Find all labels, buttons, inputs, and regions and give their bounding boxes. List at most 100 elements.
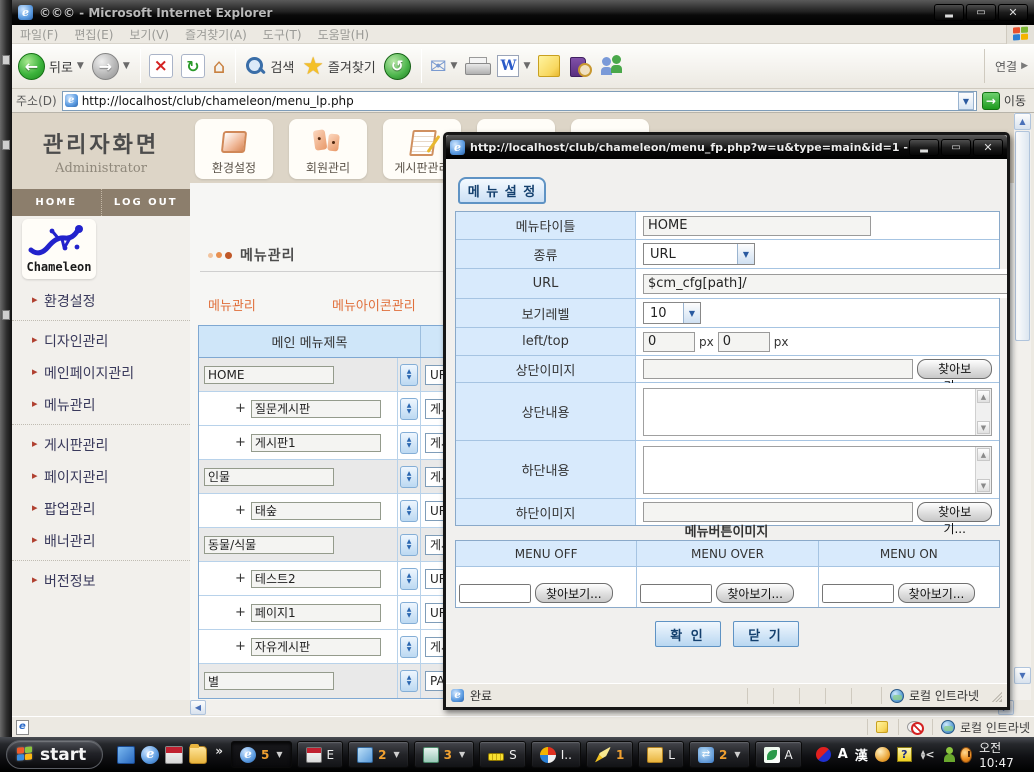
tray-clock-icon[interactable] — [960, 747, 972, 763]
종류-select[interactable]: URL▼ — [643, 243, 755, 265]
quick-launch-overflow-icon[interactable]: » — [215, 744, 223, 758]
order-spinner-button[interactable]: ▲▼ — [400, 670, 418, 692]
menu-title-input[interactable] — [251, 502, 381, 520]
하단이미지-file-input[interactable] — [643, 502, 913, 522]
sidebar-item-6[interactable]: 팝업관리 — [12, 493, 190, 525]
상단내용-textarea[interactable]: ▲▼ — [643, 388, 992, 436]
menubar-item-5[interactable]: 도움말(H) — [318, 26, 370, 43]
menu-title-input[interactable] — [251, 434, 381, 452]
search-button[interactable]: 검색 — [244, 55, 294, 77]
menu-title-input[interactable] — [204, 536, 334, 554]
close-button[interactable]: ✕ — [998, 4, 1028, 21]
browse-button[interactable]: 찾아보기... — [917, 502, 992, 522]
back-button[interactable]: ← 뒤로 ▼ — [18, 53, 84, 80]
scroll-up-icon[interactable]: ▲ — [977, 448, 990, 461]
research-button[interactable] — [568, 55, 592, 77]
back-dropdown-icon[interactable]: ▼ — [77, 61, 84, 71]
ime-mode-label[interactable]: A — [838, 747, 848, 762]
stop-button[interactable]: × — [149, 54, 173, 78]
nav-home-link[interactable]: HOME — [12, 189, 101, 216]
menu-title-input[interactable] — [251, 400, 381, 418]
browse-button[interactable]: 찾아보기... — [917, 359, 992, 379]
menu-manage-link[interactable]: 메뉴관리 — [208, 295, 256, 314]
order-spinner-button[interactable]: ▲▼ — [400, 500, 418, 522]
history-button[interactable]: ↺ — [384, 53, 411, 80]
forward-dropdown-icon[interactable]: ▼ — [123, 61, 130, 71]
menubar-item-1[interactable]: 편집(E) — [74, 26, 113, 43]
sidebar-item-3[interactable]: 메뉴관리 — [12, 389, 190, 425]
tray-messenger-icon[interactable] — [942, 747, 953, 763]
taskbar-button-8[interactable]: ⇄2▼ — [689, 741, 750, 768]
resize-grip[interactable] — [989, 689, 1002, 702]
order-spinner-button[interactable]: ▲▼ — [400, 636, 418, 658]
menu-title-input[interactable] — [204, 468, 334, 486]
main-titlebar[interactable]: e ©©© - Microsoft Internet Explorer ▂ ▭ … — [12, 0, 1034, 25]
messenger-button[interactable] — [600, 55, 626, 77]
sidebar-item-0[interactable]: 환경설정 — [12, 285, 190, 321]
address-dropdown-icon[interactable]: ▼ — [958, 92, 974, 110]
sidebar-item-4[interactable]: 게시판관리 — [12, 429, 190, 461]
popup-minimize-button[interactable]: ▂ — [909, 139, 939, 156]
start-button[interactable]: start — [6, 740, 103, 769]
privacy-status[interactable] — [898, 719, 922, 735]
minimize-button[interactable]: ▂ — [934, 4, 964, 21]
go-button[interactable]: → 이동 — [982, 92, 1030, 110]
taskbar-button-5[interactable]: I.. — [531, 741, 581, 768]
ime-hanja-label[interactable]: 漢 — [855, 745, 868, 764]
menubar-item-4[interactable]: 도구(T) — [263, 26, 302, 43]
taskbar-button-9[interactable]: A — [755, 741, 802, 768]
menu-title-input[interactable] — [204, 366, 334, 384]
보기레벨-select[interactable]: 10▼ — [643, 302, 701, 324]
scroll-up-icon[interactable]: ▲ — [1014, 113, 1031, 130]
left-input[interactable] — [643, 332, 695, 352]
vertical-scrollbar[interactable]: ▲ ▼ — [1014, 113, 1031, 700]
chameleon-logo[interactable]: Chameleon — [22, 219, 96, 279]
ime-korean-icon[interactable] — [816, 747, 831, 762]
taskbar-button-dropdown-icon[interactable]: ▼ — [393, 750, 399, 759]
admin-icon-card-1[interactable]: 회원관리 — [289, 119, 367, 179]
menubar-item-2[interactable]: 보기(V) — [129, 26, 169, 43]
print-button[interactable] — [465, 57, 489, 75]
discuss-button[interactable] — [538, 55, 560, 77]
menu-title-input[interactable] — [251, 638, 381, 656]
home-button[interactable]: ⌂ — [213, 54, 226, 78]
taskbar-button-7[interactable]: L — [638, 741, 684, 768]
scroll-down-icon[interactable]: ▼ — [977, 421, 990, 434]
taskbar-button-0[interactable]: e5▼ — [231, 741, 292, 768]
favorites-button[interactable]: ★ 즐겨찾기 — [302, 52, 375, 80]
popup-maximize-button[interactable]: ▭ — [941, 139, 971, 156]
taskbar-button-dropdown-icon[interactable]: ▼ — [734, 750, 740, 759]
show-desktop-icon[interactable] — [117, 746, 135, 764]
taskbar-button-2[interactable]: 2▼ — [348, 741, 409, 768]
address-input-box[interactable]: e ▼ — [62, 91, 977, 111]
popup-titlebar[interactable]: e http://localhost/club/chameleon/menu_f… — [446, 135, 1007, 159]
sidebar-item-8[interactable]: 버전정보 — [12, 565, 190, 597]
word-dropdown-icon[interactable]: ▼ — [523, 61, 530, 71]
textarea-scrollbar[interactable]: ▲▼ — [975, 447, 991, 493]
taskbar-button-3[interactable]: 3▼ — [414, 741, 475, 768]
menu-title-input[interactable] — [251, 604, 381, 622]
order-spinner-button[interactable]: ▲▼ — [400, 466, 418, 488]
ime-help-icon[interactable]: ? — [897, 747, 912, 762]
menubar-item-3[interactable]: 즐겨찾기(A) — [185, 26, 247, 43]
bimg-input-0[interactable] — [459, 584, 531, 603]
menu-title-input[interactable] — [251, 570, 381, 588]
order-spinner-button[interactable]: ▲▼ — [400, 364, 418, 386]
scroll-up-icon[interactable]: ▲ — [977, 390, 990, 403]
order-spinner-button[interactable]: ▲▼ — [400, 534, 418, 556]
forward-button[interactable]: → ▼ — [92, 53, 130, 80]
browse-button[interactable]: 찾아보기... — [898, 583, 976, 603]
nav-logout-link[interactable]: LOG OUT — [101, 189, 191, 216]
상단이미지-file-input[interactable] — [643, 359, 913, 379]
tray-collapse-icon[interactable]: < — [925, 748, 934, 761]
하단내용-textarea[interactable]: ▲▼ — [643, 446, 992, 494]
order-spinner-button[interactable]: ▲▼ — [400, 432, 418, 454]
scroll-left-icon[interactable]: ◀ — [190, 700, 206, 715]
taskbar-button-4[interactable]: S — [479, 741, 526, 768]
bimg-input-2[interactable] — [822, 584, 894, 603]
mail-dropdown-icon[interactable]: ▼ — [451, 61, 458, 71]
scroll-down-icon[interactable]: ▼ — [1014, 667, 1031, 684]
order-spinner-button[interactable]: ▲▼ — [400, 568, 418, 590]
textarea-scrollbar[interactable]: ▲▼ — [975, 389, 991, 435]
메뉴타이틀-input[interactable] — [643, 216, 871, 236]
